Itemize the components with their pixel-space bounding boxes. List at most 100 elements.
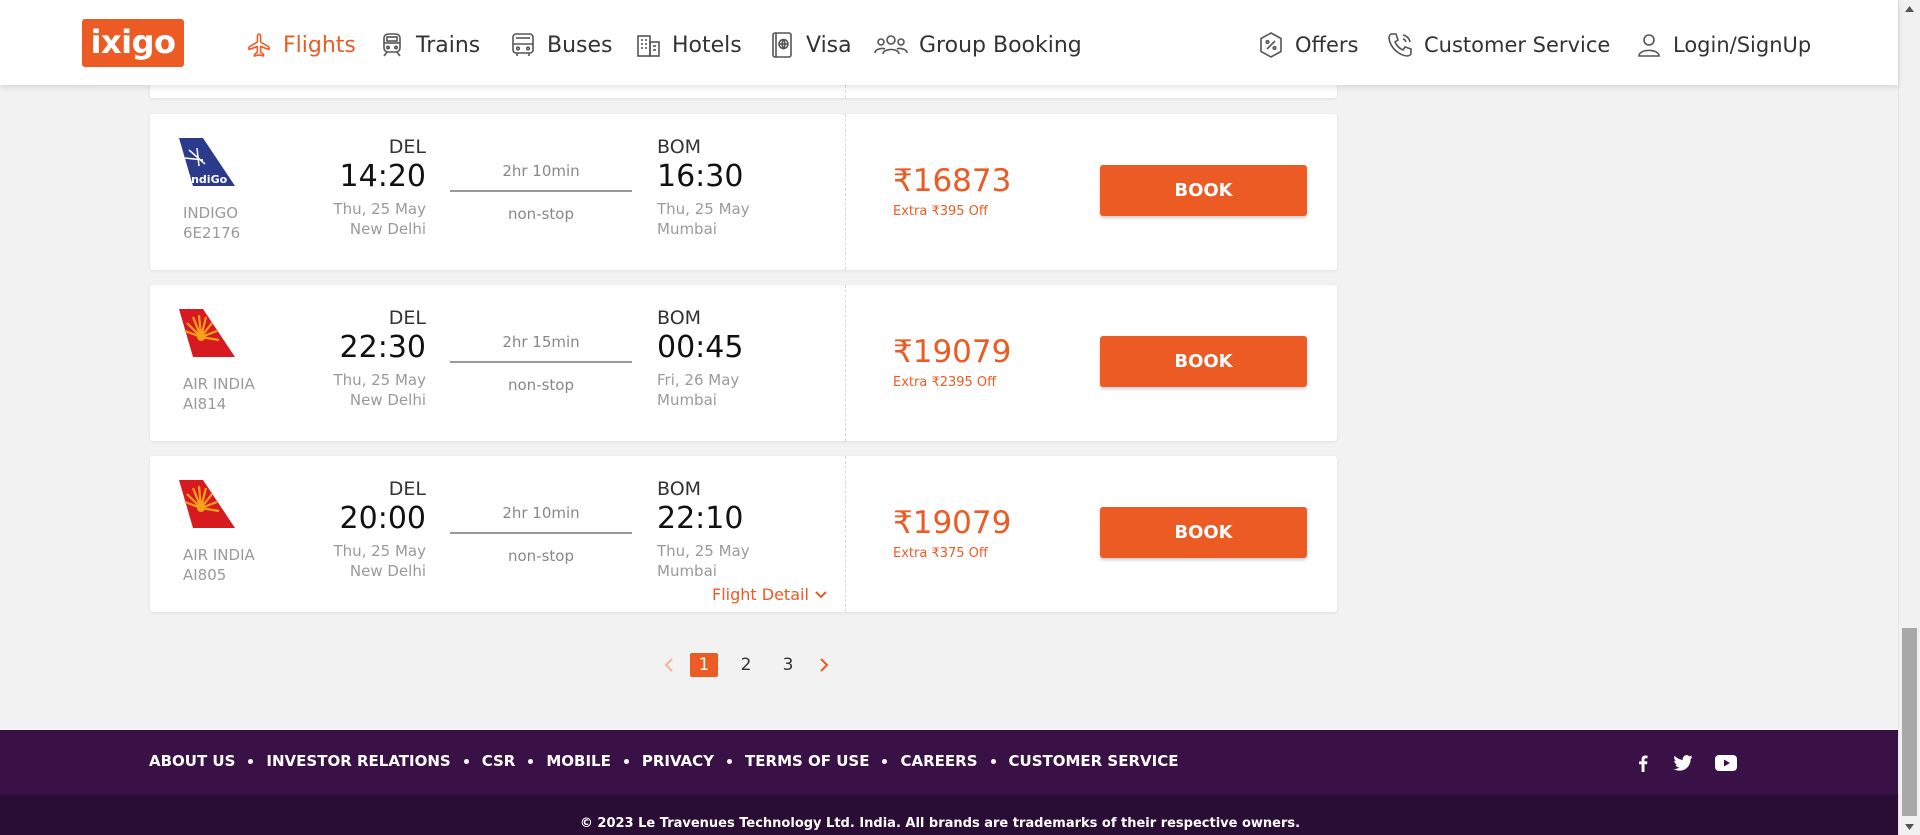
offers-label: Offers (1295, 33, 1359, 57)
train-icon (383, 33, 401, 57)
airindia-logo (179, 309, 235, 357)
arrival-time: 22:10 (657, 501, 744, 536)
nav-trains[interactable]: Trains (378, 27, 480, 63)
flight-detail-toggle[interactable]: Flight Detail (712, 585, 827, 604)
login-signup-label: Login/SignUp (1673, 33, 1812, 57)
nav-group-booking-label: Group Booking (919, 32, 1082, 58)
arrival-city: Mumbai (657, 391, 717, 409)
card-divider (845, 456, 846, 612)
chevron-down-icon (815, 590, 827, 598)
flight-number: AI805 (183, 566, 227, 584)
customer-service-label: Customer Service (1424, 33, 1611, 57)
page-1-button[interactable]: 1 (690, 653, 718, 677)
book-button[interactable]: BOOK (1100, 336, 1307, 387)
nav-buses-label: Buses (547, 32, 613, 58)
airindia-logo (179, 480, 235, 528)
departure-time: 22:30 (339, 330, 426, 365)
flight-card: IndiGo INDIGO 6E2176 DEL 14:20 Thu, 25 M… (150, 114, 1337, 270)
duration-line (450, 532, 632, 534)
airline-name: INDIGO (183, 204, 239, 222)
footer-link-mobile[interactable]: MOBILE (546, 752, 611, 770)
flight-duration: 2hr 15min (502, 333, 580, 351)
chevron-left-icon (664, 658, 673, 672)
arrival-code: BOM (657, 307, 702, 329)
footer: ABOUT US INVESTOR RELATIONS CSR MOBILE P… (0, 730, 1898, 835)
svg-text:IndiGo: IndiGo (187, 173, 228, 186)
card-divider (845, 285, 846, 441)
footer-link-careers[interactable]: CAREERS (900, 752, 977, 770)
offers-link[interactable]: Offers (1257, 27, 1359, 63)
nav-flights[interactable]: Flights (245, 27, 356, 63)
departure-time: 14:20 (339, 159, 426, 194)
nav-trains-label: Trains (416, 32, 481, 58)
plane-icon (248, 33, 270, 57)
footer-link-csr[interactable]: CSR (482, 752, 516, 770)
flight-number: AI814 (183, 395, 227, 413)
book-button[interactable]: BOOK (1100, 507, 1307, 558)
arrival-date: Thu, 25 May (657, 542, 750, 560)
facebook-icon[interactable] (1630, 752, 1656, 774)
card-divider (845, 114, 846, 270)
departure-date: Thu, 25 May (333, 200, 426, 218)
departure-date: Thu, 25 May (333, 371, 426, 389)
group-icon (874, 35, 908, 55)
customer-service-link[interactable]: Customer Service (1386, 27, 1610, 63)
nav-flights-label: Flights (283, 32, 356, 58)
flight-stops: non-stop (508, 205, 574, 223)
page-2-button[interactable]: 2 (732, 653, 760, 677)
flight-number: 6E2176 (183, 224, 241, 242)
nav-hotels[interactable]: Hotels (634, 27, 742, 63)
flight-stops: non-stop (508, 547, 574, 565)
scroll-down-arrow[interactable] (1899, 818, 1920, 835)
login-signup-link[interactable]: Login/SignUp (1635, 27, 1811, 63)
footer-links-bar: ABOUT US INVESTOR RELATIONS CSR MOBILE P… (0, 730, 1898, 795)
arrival-code: BOM (657, 136, 702, 158)
footer-link-customer-service[interactable]: CUSTOMER SERVICE (1009, 752, 1179, 770)
fare-price: ₹19079 (893, 334, 1012, 370)
departure-code: DEL (388, 136, 426, 158)
next-page-button[interactable] (809, 652, 839, 678)
flight-card: AIR INDIA AI805 DEL 20:00 Thu, 25 May Ne… (150, 456, 1337, 612)
pagination: 1 2 3 (653, 652, 839, 678)
footer-link-about[interactable]: ABOUT US (149, 752, 235, 770)
hotel-icon (637, 35, 660, 57)
extra-discount: Extra ₹375 Off (893, 546, 988, 561)
book-button[interactable]: BOOK (1100, 165, 1307, 216)
top-header: ixigo Flights Trains Buses Hotels Visa G… (0, 0, 1898, 85)
duration-line (450, 190, 632, 192)
page-scrollbar[interactable] (1898, 0, 1920, 835)
scrollbar-thumb[interactable] (1902, 628, 1917, 816)
extra-discount: Extra ₹395 Off (893, 204, 988, 219)
phone-icon (1388, 33, 1412, 57)
flight-stops: non-stop (508, 376, 574, 394)
duration-line (450, 361, 632, 363)
nav-visa[interactable]: Visa (768, 27, 852, 63)
copyright-text: © 2023 Le Travenues Technology Ltd. Indi… (579, 816, 1301, 831)
footer-link-terms[interactable]: TERMS OF USE (745, 752, 869, 770)
scroll-up-arrow[interactable] (1899, 0, 1920, 17)
ixigo-logo[interactable]: ixigo (82, 19, 184, 67)
bus-icon (512, 33, 534, 56)
chevron-right-icon (819, 658, 828, 672)
arrival-time: 16:30 (657, 159, 744, 194)
nav-group-booking[interactable]: Group Booking (873, 27, 1082, 63)
arrival-code: BOM (657, 478, 702, 500)
twitter-icon[interactable] (1670, 752, 1696, 774)
flight-duration: 2hr 10min (502, 504, 580, 522)
airline-name: AIR INDIA (183, 375, 255, 393)
departure-city: New Delhi (349, 391, 426, 409)
flight-detail-label: Flight Detail (712, 585, 809, 604)
nav-visa-label: Visa (806, 32, 852, 58)
departure-code: DEL (388, 307, 426, 329)
footer-link-investor[interactable]: INVESTOR RELATIONS (266, 752, 450, 770)
flight-duration: 2hr 10min (502, 162, 580, 180)
page-3-button[interactable]: 3 (774, 653, 802, 677)
footer-link-privacy[interactable]: PRIVACY (642, 752, 714, 770)
footer-links: ABOUT US INVESTOR RELATIONS CSR MOBILE P… (149, 752, 1178, 770)
prev-page-button[interactable] (653, 652, 683, 678)
fare-price: ₹16873 (893, 163, 1012, 199)
nav-buses[interactable]: Buses (509, 27, 613, 63)
departure-time: 20:00 (339, 501, 426, 536)
footer-copyright-bar: © 2023 Le Travenues Technology Ltd. Indi… (0, 795, 1898, 835)
youtube-icon[interactable] (1713, 752, 1739, 774)
